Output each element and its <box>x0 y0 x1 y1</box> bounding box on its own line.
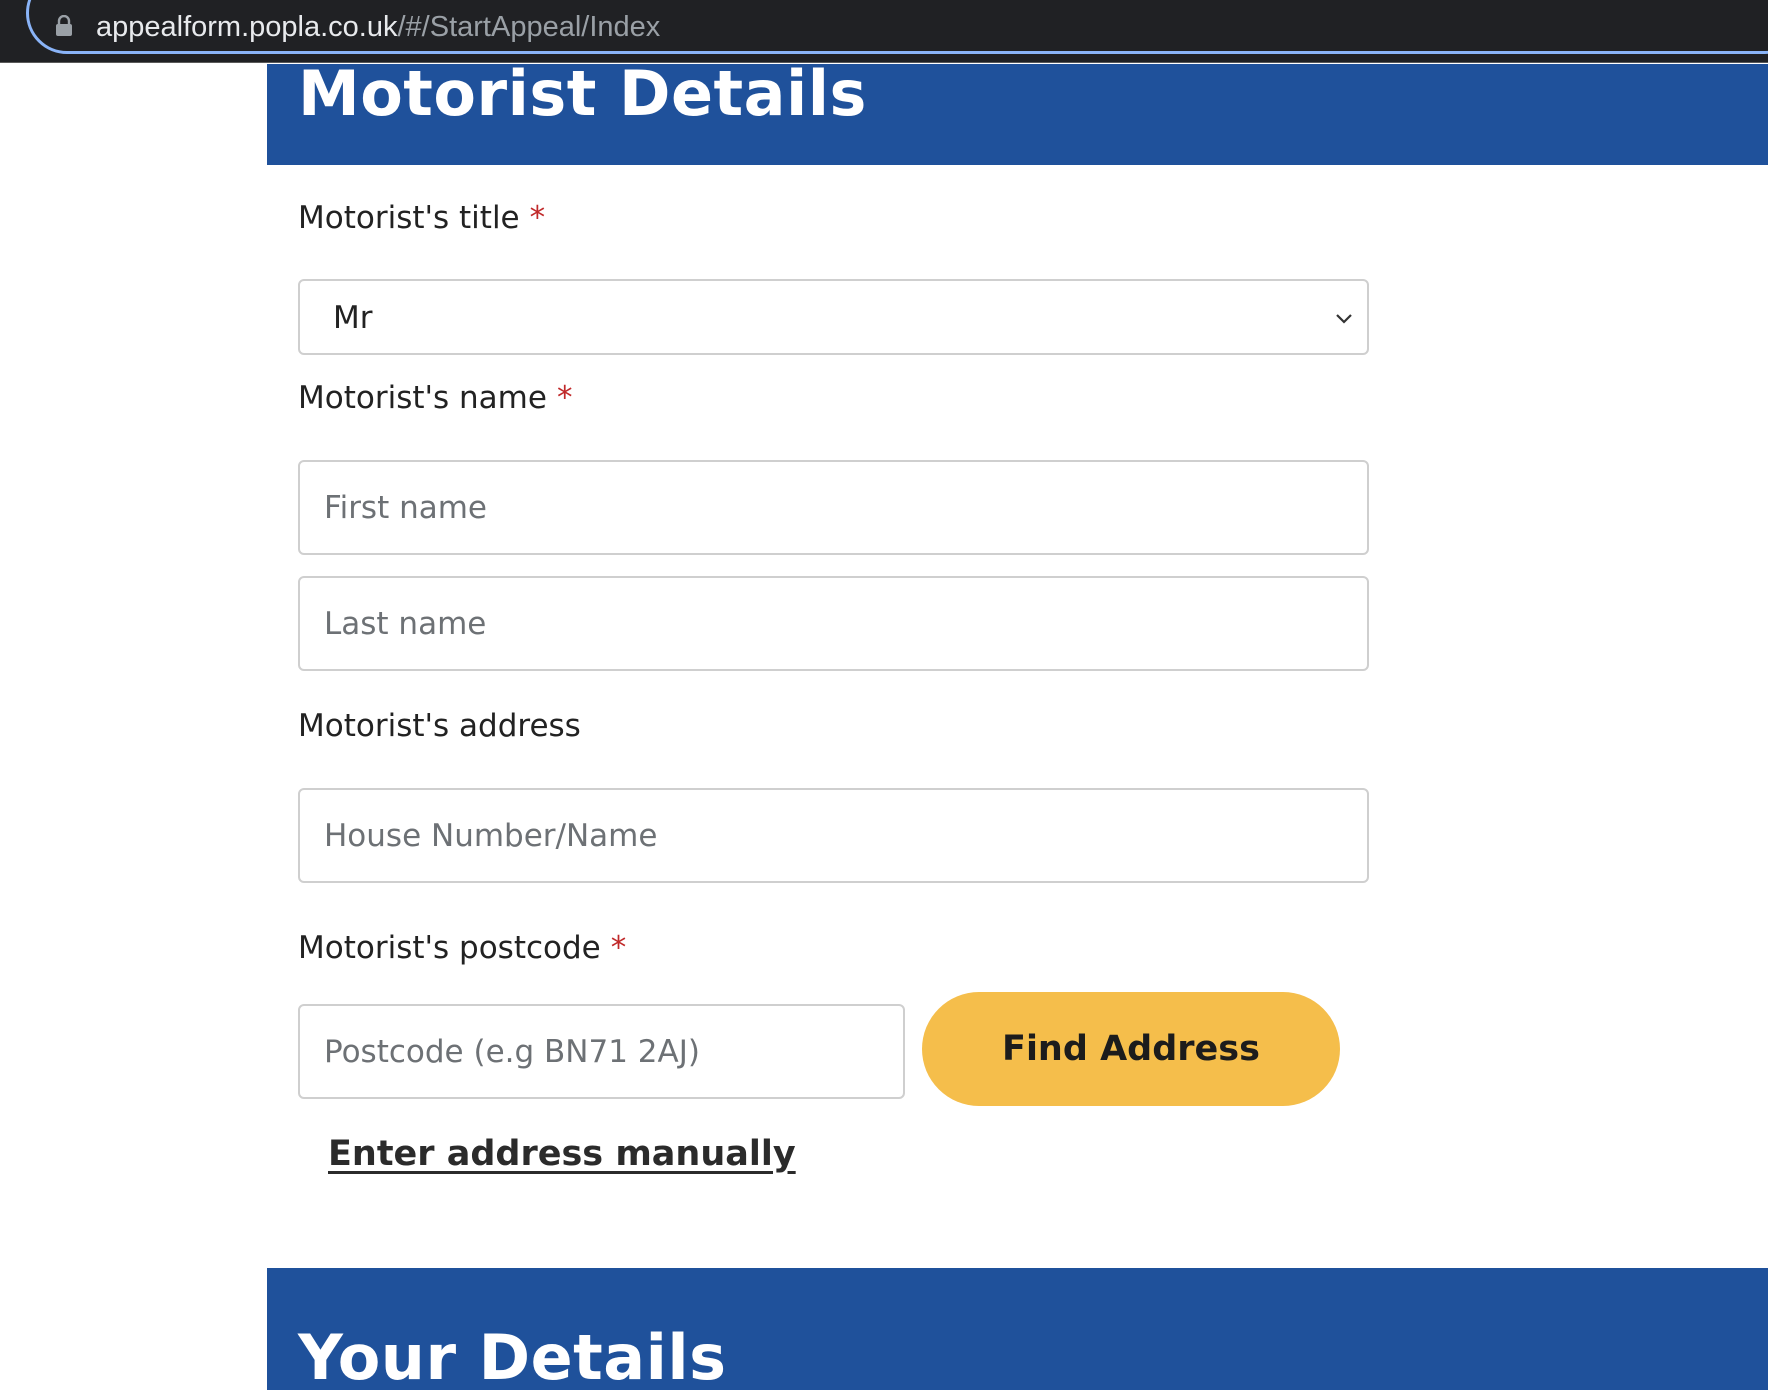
last-name-input[interactable] <box>298 576 1369 671</box>
postcode-label: Motorist's postcode * <box>298 928 626 968</box>
chevron-down-icon <box>1336 314 1352 324</box>
name-label: Motorist's name * <box>298 378 572 418</box>
browser-address-bar: appealform.popla.co.uk/#/StartAppeal/Ind… <box>0 0 1768 63</box>
url-text[interactable]: appealform.popla.co.uk/#/StartAppeal/Ind… <box>96 10 660 44</box>
url-path: /#/StartAppeal/Index <box>397 11 661 43</box>
postcode-label-text: Motorist's postcode <box>298 930 601 966</box>
address-label-text: Motorist's address <box>298 708 581 744</box>
postcode-input[interactable] <box>298 1004 905 1099</box>
address-label: Motorist's address <box>298 706 581 746</box>
title-label-text: Motorist's title <box>298 200 520 236</box>
page: Motorist Details Motorist's title * Mr Mo… <box>0 64 1768 1390</box>
title-select-value: Mr <box>333 300 373 336</box>
name-label-text: Motorist's name <box>298 380 547 416</box>
first-name-input[interactable] <box>298 460 1369 555</box>
find-address-button[interactable]: Find Address <box>922 992 1340 1106</box>
motorist-details-header: Motorist Details <box>267 64 1768 165</box>
house-number-input[interactable] <box>298 788 1369 883</box>
title-label: Motorist's title * <box>298 198 545 238</box>
lock-icon <box>56 15 72 36</box>
required-marker: * <box>529 200 546 236</box>
enter-address-manually-link[interactable]: Enter address manually <box>328 1132 796 1176</box>
your-details-header: Your Details <box>267 1268 1768 1390</box>
required-marker: * <box>610 930 627 966</box>
required-marker: * <box>556 380 573 416</box>
section-title: Motorist Details <box>298 64 867 130</box>
url-domain: appealform.popla.co.uk <box>96 11 398 43</box>
section-title: Your Details <box>298 1321 727 1390</box>
title-select[interactable]: Mr <box>298 279 1369 355</box>
